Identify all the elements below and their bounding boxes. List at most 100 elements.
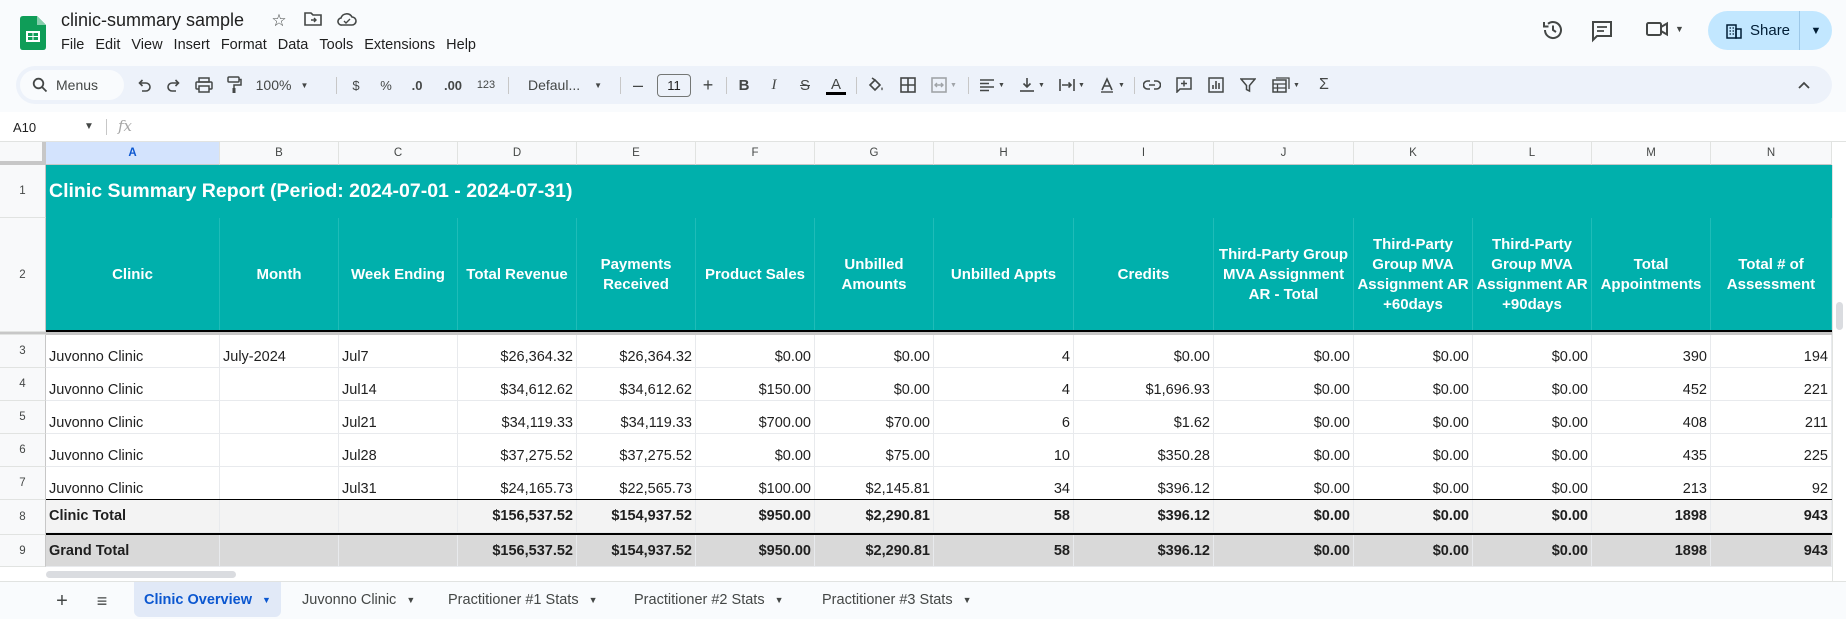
data-cell[interactable] (220, 467, 339, 500)
more-formats-button[interactable]: 123 (472, 66, 500, 104)
data-cell[interactable]: $75.00 (815, 434, 934, 467)
data-cell[interactable]: $0.00 (1214, 335, 1354, 368)
column-header-k[interactable]: K (1354, 142, 1473, 165)
data-cell[interactable]: July-2024 (220, 335, 339, 368)
strikethrough-icon[interactable]: S (793, 66, 817, 104)
data-cell[interactable]: $26,364.32 (577, 335, 696, 368)
row-header-4[interactable]: 4 (0, 368, 46, 401)
data-cell[interactable] (220, 368, 339, 401)
grand-total-cell[interactable]: $0.00 (1473, 535, 1592, 567)
vertical-scroll-thumb[interactable] (1836, 302, 1843, 330)
data-cell[interactable]: 194 (1711, 335, 1832, 368)
grand-total-cell[interactable]: $0.00 (1214, 535, 1354, 567)
collapse-toolbar-icon[interactable] (1792, 66, 1816, 104)
data-cell[interactable]: $37,275.52 (577, 434, 696, 467)
sheet-tab-practitioner-3[interactable]: Practitioner #3 Stats ▼ (812, 582, 982, 617)
data-cell[interactable]: $700.00 (696, 401, 815, 434)
sheet-tab-juvonno-clinic[interactable]: Juvonno Clinic ▼ (292, 582, 425, 617)
format-currency-button[interactable]: $ (344, 66, 368, 104)
chevron-down-icon[interactable]: ▼ (262, 595, 271, 605)
data-cell[interactable]: $0.00 (1354, 467, 1473, 500)
clinic-total-cell[interactable]: $0.00 (1214, 500, 1354, 533)
grand-total-cell[interactable]: $154,937.52 (577, 535, 696, 567)
borders-icon[interactable] (896, 66, 920, 104)
column-header-h[interactable]: H (934, 142, 1074, 165)
redo-icon[interactable] (162, 66, 186, 104)
data-cell[interactable]: $0.00 (1473, 335, 1592, 368)
data-cell[interactable]: Jul7 (339, 335, 458, 368)
clinic-total-cell[interactable] (220, 500, 339, 533)
horizontal-scroll-thumb[interactable] (46, 571, 236, 578)
vertical-scrollbar[interactable] (1832, 165, 1846, 581)
data-cell[interactable]: 408 (1592, 401, 1711, 434)
font-select[interactable]: Defaul... ▼ (516, 66, 614, 104)
row-header-1[interactable]: 1 (0, 165, 46, 218)
data-cell[interactable]: $2,145.81 (815, 467, 934, 500)
chevron-down-icon[interactable]: ▼ (775, 595, 784, 605)
data-cell[interactable]: 221 (1711, 368, 1832, 401)
grand-total-cell[interactable]: 1898 (1592, 535, 1711, 567)
data-cell[interactable]: $1,696.93 (1074, 368, 1214, 401)
menu-edit[interactable]: Edit (95, 37, 128, 53)
grand-total-cell[interactable]: 58 (934, 535, 1074, 567)
data-cell[interactable]: 390 (1592, 335, 1711, 368)
print-icon[interactable] (192, 66, 216, 104)
data-cell[interactable]: Juvonno Clinic (46, 467, 220, 500)
select-all-corner[interactable] (0, 142, 46, 165)
format-percent-button[interactable]: % (374, 66, 398, 104)
column-header-d[interactable]: D (458, 142, 577, 165)
share-button[interactable]: Share (1708, 11, 1800, 50)
grand-total-cell[interactable] (339, 535, 458, 567)
spreadsheet-grid[interactable]: A B C D E F G H I J K L M N 1 2 3 4 5 6 7 8 9 Clinic Summary Re… (0, 142, 1846, 581)
data-cell[interactable]: 6 (934, 401, 1074, 434)
grand-total-cell[interactable]: Grand Total (46, 535, 220, 567)
data-cell[interactable]: $0.00 (1354, 335, 1473, 368)
row-header-7[interactable]: 7 (0, 467, 46, 500)
row-header-9[interactable]: 9 (0, 535, 46, 567)
data-cell[interactable]: 225 (1711, 434, 1832, 467)
decrease-decimal-button[interactable]: .0 (405, 66, 429, 104)
data-cell[interactable]: 4 (934, 335, 1074, 368)
menu-view[interactable]: View (131, 37, 170, 53)
text-wrapping-icon[interactable]: ▼ (1054, 66, 1090, 104)
menu-file[interactable]: File (61, 37, 92, 53)
data-cell[interactable]: Juvonno Clinic (46, 368, 220, 401)
data-cell[interactable]: Jul28 (339, 434, 458, 467)
data-cell[interactable]: $0.00 (1473, 401, 1592, 434)
zoom-select[interactable]: 100% ▼ (256, 66, 309, 104)
data-cell[interactable]: $0.00 (1214, 368, 1354, 401)
chevron-down-icon[interactable]: ▼ (589, 595, 598, 605)
data-cell[interactable]: 213 (1592, 467, 1711, 500)
grand-total-cell[interactable]: 943 (1711, 535, 1832, 567)
font-size-input[interactable]: 11 (657, 74, 691, 97)
data-cell[interactable]: $0.00 (1473, 467, 1592, 500)
functions-icon[interactable]: Σ (1312, 66, 1336, 104)
menu-help[interactable]: Help (446, 37, 484, 53)
menus-search[interactable]: Menus (20, 70, 124, 100)
share-dropdown-icon[interactable]: ▼ (1800, 25, 1832, 37)
data-cell[interactable]: $0.00 (815, 335, 934, 368)
data-cell[interactable]: $0.00 (1354, 401, 1473, 434)
data-cell[interactable]: 4 (934, 368, 1074, 401)
sheet-tab-clinic-overview[interactable]: Clinic Overview ▼ (134, 582, 281, 617)
data-cell[interactable]: $0.00 (1074, 335, 1214, 368)
decrease-font-size-button[interactable]: – (626, 66, 650, 104)
data-cell[interactable]: $350.28 (1074, 434, 1214, 467)
clinic-total-cell[interactable] (339, 500, 458, 533)
grand-total-cell[interactable] (220, 535, 339, 567)
column-header-g[interactable]: G (815, 142, 934, 165)
data-cell[interactable]: Juvonno Clinic (46, 434, 220, 467)
data-cell[interactable]: $0.00 (696, 434, 815, 467)
column-header-e[interactable]: E (577, 142, 696, 165)
data-cell[interactable] (220, 434, 339, 467)
menu-extensions[interactable]: Extensions (364, 37, 443, 53)
data-cell[interactable]: 211 (1711, 401, 1832, 434)
menu-tools[interactable]: Tools (319, 37, 361, 53)
increase-font-size-button[interactable]: + (696, 66, 720, 104)
data-cell[interactable]: $26,364.32 (458, 335, 577, 368)
data-cell[interactable]: $24,165.73 (458, 467, 577, 500)
data-cell[interactable]: $70.00 (815, 401, 934, 434)
data-cell[interactable]: $0.00 (1214, 467, 1354, 500)
increase-decimal-button[interactable]: .00 (439, 66, 467, 104)
data-cell[interactable]: $0.00 (696, 335, 815, 368)
